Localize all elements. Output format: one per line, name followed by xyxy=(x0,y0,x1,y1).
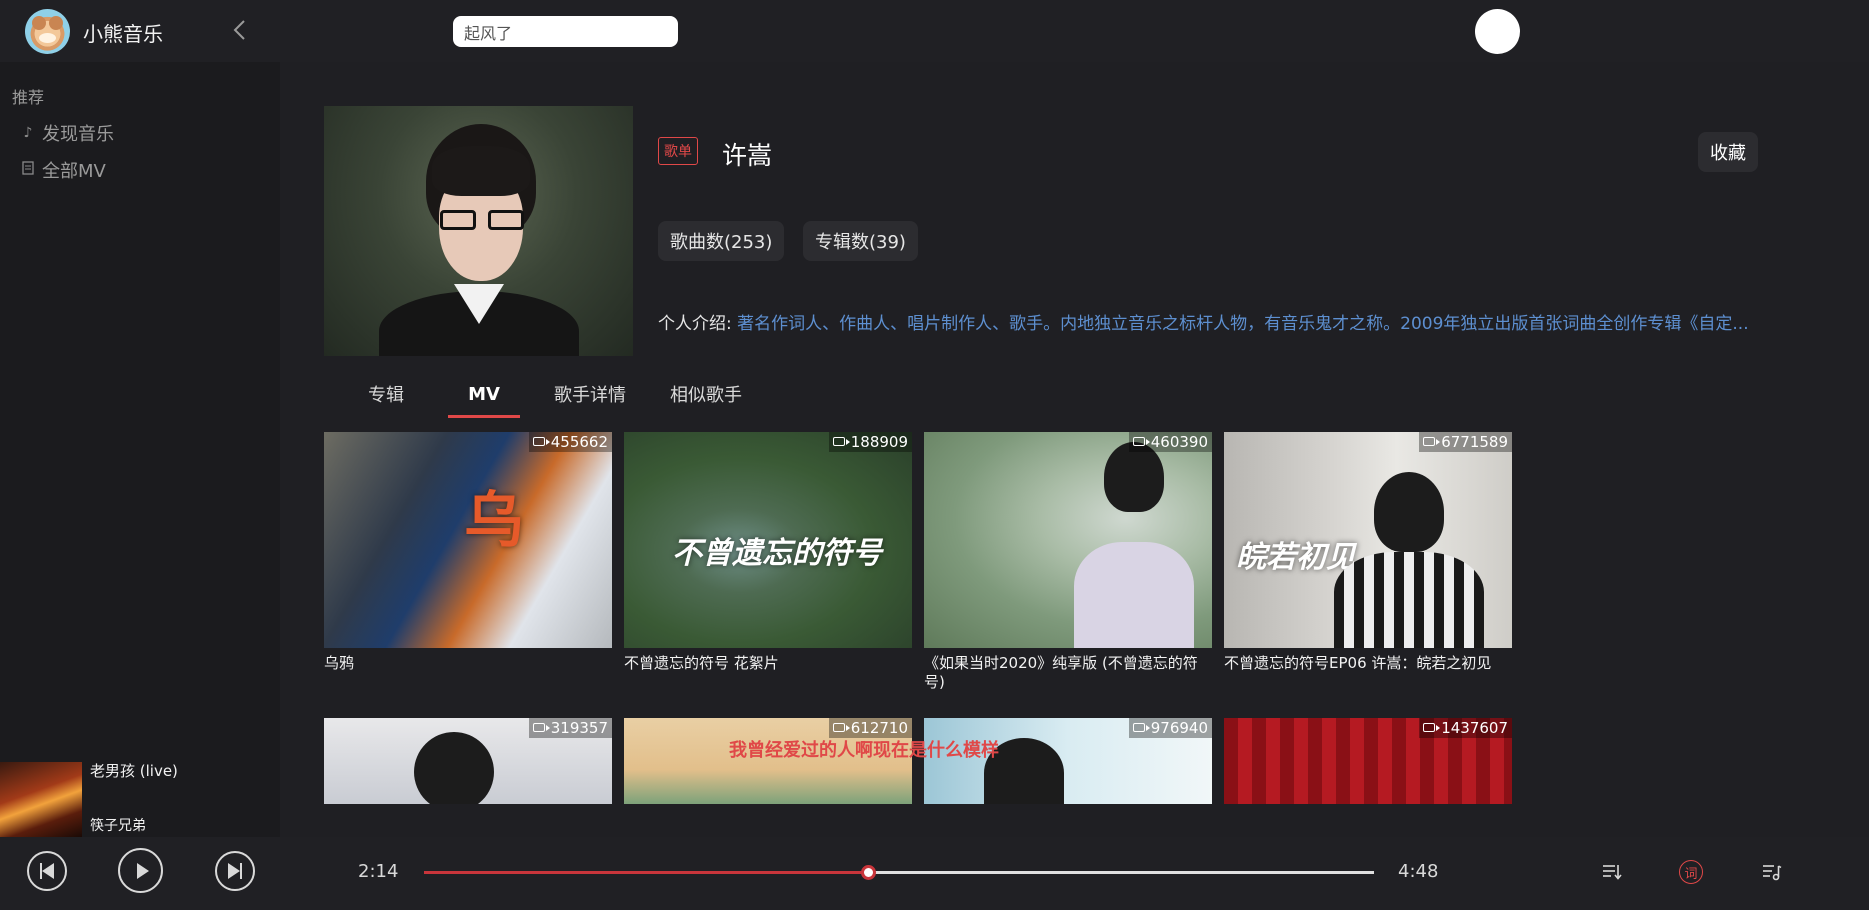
progress-fill xyxy=(424,871,868,874)
mv-thumbnail[interactable]: 乌 455662 xyxy=(324,432,612,648)
mv-thumbnail[interactable]: 612710 xyxy=(624,718,912,804)
now-playing-title: 老男孩 (live) xyxy=(90,762,178,780)
mv-card[interactable]: 皖若初见 6771589 不曾遗忘的符号EP06 许嵩：皖若之初见 xyxy=(1224,432,1512,673)
mv-play-count: 6771589 xyxy=(1419,432,1512,452)
mv-title[interactable]: 不曾遗忘的符号 花絮片 xyxy=(624,654,912,673)
mv-play-count: 319357 xyxy=(528,718,612,738)
artist-intro: 个人介绍: 著名作词人、作曲人、唱片制作人、歌手。内地独立音乐之标杆人物，有音乐… xyxy=(658,309,1858,334)
now-playing-artist: 筷子兄弟 xyxy=(90,818,146,834)
sidebar-item-label: 发现音乐 xyxy=(42,124,114,145)
video-camera-icon xyxy=(532,723,550,732)
progress-handle[interactable] xyxy=(860,865,876,880)
lyric-toggle-button[interactable]: 词 xyxy=(1679,860,1703,884)
mv-card[interactable]: 乌 455662 乌鸦 xyxy=(324,432,612,673)
artist-tabs: 专辑 MV 歌手详情 相似歌手 xyxy=(324,374,752,418)
now-playing-cover[interactable] xyxy=(0,762,82,837)
tab-album[interactable]: 专辑 xyxy=(324,374,448,414)
playlist-icon[interactable] xyxy=(1760,860,1784,884)
previous-button[interactable] xyxy=(27,851,67,891)
mv-play-count: 612710 xyxy=(828,718,912,738)
mv-card[interactable]: 319357 xyxy=(324,718,612,804)
mv-thumbnail[interactable]: 1437607 xyxy=(1224,718,1512,804)
mv-play-count: 188909 xyxy=(828,432,912,452)
music-note-icon: ♪ xyxy=(23,125,33,141)
skip-previous-icon xyxy=(40,863,54,879)
play-icon xyxy=(136,862,149,879)
play-button[interactable] xyxy=(118,848,163,893)
tab-similar-artists[interactable]: 相似歌手 xyxy=(660,374,752,414)
mv-thumbnail[interactable]: 976940 xyxy=(924,718,1212,804)
mv-thumbnail[interactable]: 不曾遗忘的符号 188909 xyxy=(624,432,912,648)
progress-bar[interactable] xyxy=(424,865,1374,880)
mv-play-count: 976940 xyxy=(1128,718,1212,738)
mv-thumbnail[interactable]: 460390 xyxy=(924,432,1212,648)
document-icon xyxy=(20,161,36,179)
video-camera-icon xyxy=(1423,437,1441,446)
artist-photo xyxy=(324,106,633,356)
top-bar: 小熊音乐 xyxy=(0,0,1869,62)
sidebar-section-title: 推荐 xyxy=(12,88,45,107)
app-name: 小熊音乐 xyxy=(83,22,163,46)
video-camera-icon xyxy=(832,437,850,446)
total-time: 4:48 xyxy=(1398,861,1439,882)
mv-play-count: 455662 xyxy=(528,432,612,452)
app-logo xyxy=(25,9,70,54)
song-count-button[interactable]: 歌曲数(253) xyxy=(658,221,785,261)
sidebar-item-all-mv[interactable]: 全部MV xyxy=(20,157,106,183)
mv-title[interactable]: 《如果当时2020》纯享版 (不曾遗忘的符号) xyxy=(924,654,1212,692)
current-time: 2:14 xyxy=(358,861,399,882)
skip-next-icon xyxy=(228,863,242,879)
sidebar: 推荐 ♪ 发现音乐 全部MV xyxy=(0,62,280,837)
sidebar-item-label: 全部MV xyxy=(42,161,106,182)
video-camera-icon xyxy=(832,723,850,732)
mv-card[interactable]: 不曾遗忘的符号 188909 不曾遗忘的符号 花絮片 xyxy=(624,432,912,673)
user-avatar[interactable] xyxy=(1475,9,1520,54)
mv-card[interactable]: 976940 xyxy=(924,718,1212,804)
favorite-button[interactable]: 收藏 xyxy=(1698,132,1758,172)
player-bar: 2:14 4:48 词 xyxy=(0,837,1869,910)
tab-mv[interactable]: MV xyxy=(448,374,520,418)
next-button[interactable] xyxy=(215,851,255,891)
back-button[interactable] xyxy=(224,15,254,45)
chevron-left-icon xyxy=(233,20,245,40)
sort-playlist-icon[interactable] xyxy=(1600,860,1624,884)
intro-text[interactable]: 著名作词人、作曲人、唱片制作人、歌手。内地独立音乐之标杆人物，有音乐鬼才之称。2… xyxy=(737,314,1748,334)
app-window: 小熊音乐 推荐 ♪ 发现音乐 全部MV 老男孩 (live) 筷子兄弟 xyxy=(0,0,1869,910)
video-camera-icon xyxy=(532,437,550,446)
playlist-tag: 歌单 xyxy=(658,137,698,165)
sidebar-item-discover-music[interactable]: ♪ 发现音乐 xyxy=(20,120,114,146)
mv-title[interactable]: 不曾遗忘的符号EP06 许嵩：皖若之初见 xyxy=(1224,654,1512,673)
album-count-button[interactable]: 专辑数(39) xyxy=(803,221,918,261)
mv-thumbnail[interactable]: 319357 xyxy=(324,718,612,804)
mv-play-count: 1437607 xyxy=(1419,718,1512,738)
search-input[interactable] xyxy=(453,16,678,47)
mv-play-count: 460390 xyxy=(1128,432,1212,452)
video-camera-icon xyxy=(1423,723,1441,732)
mv-title[interactable]: 乌鸦 xyxy=(324,654,612,673)
mv-thumbnail[interactable]: 皖若初见 6771589 xyxy=(1224,432,1512,648)
main-content: 歌单 许嵩 收藏 歌曲数(253) 专辑数(39) 个人介绍: 著名作词人、作曲… xyxy=(280,62,1869,837)
mv-card[interactable]: 460390 《如果当时2020》纯享版 (不曾遗忘的符号) xyxy=(924,432,1212,692)
mv-card[interactable]: 1437607 xyxy=(1224,718,1512,804)
video-camera-icon xyxy=(1132,437,1150,446)
tab-artist-detail[interactable]: 歌手详情 xyxy=(520,374,660,414)
mv-card[interactable]: 612710 xyxy=(624,718,912,804)
video-camera-icon xyxy=(1132,723,1150,732)
intro-label: 个人介绍: xyxy=(658,314,732,334)
artist-name: 许嵩 xyxy=(722,141,773,170)
